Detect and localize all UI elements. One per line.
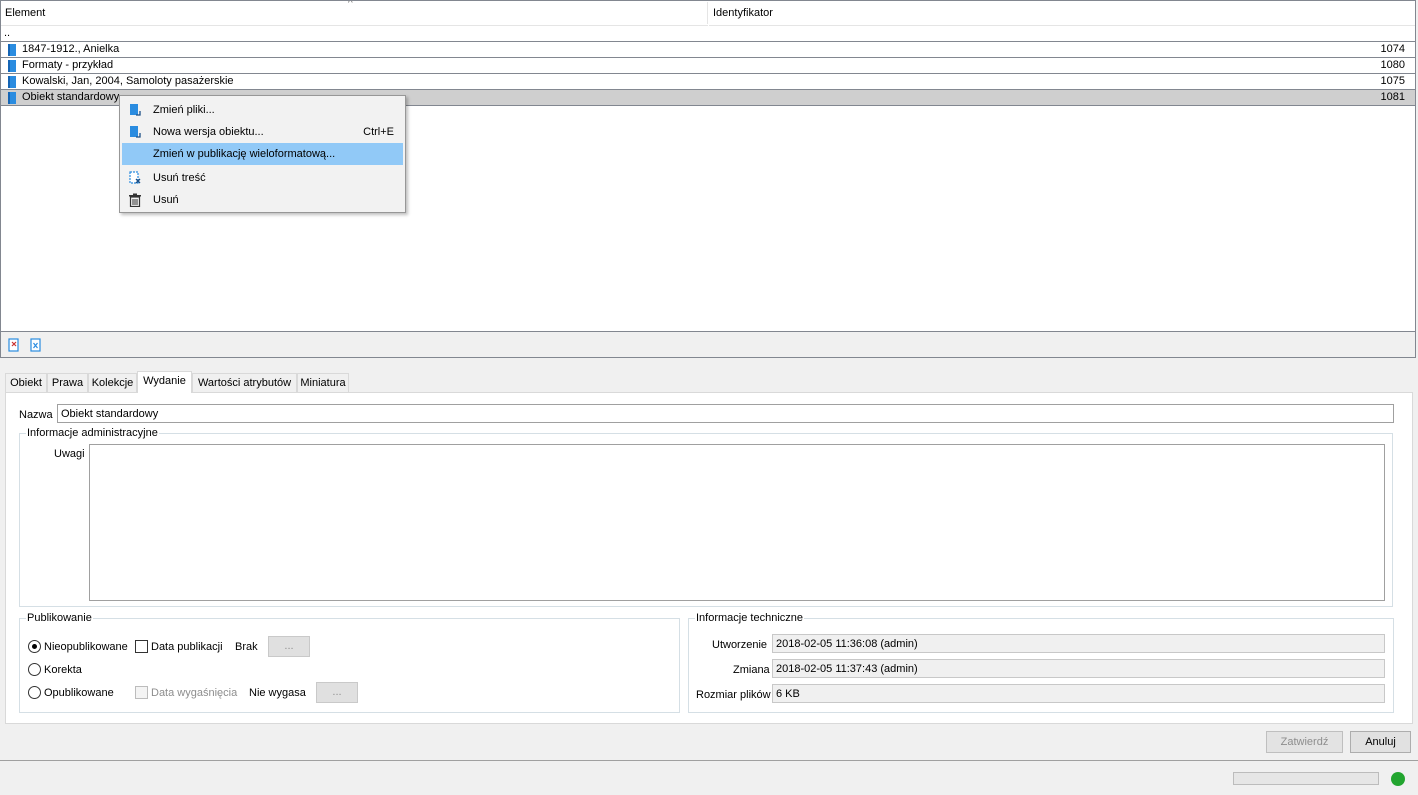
column-header-element[interactable]: Element [1, 1, 708, 26]
menu-item-new-version[interactable]: Nowa wersja obiektu... Ctrl+E [122, 121, 403, 143]
list-toolbar [0, 332, 1416, 358]
trash-icon [129, 193, 141, 207]
technical-info-group: Informacje techniczne Utworzenie Zmiana … [688, 611, 1394, 713]
row-name: 1847-1912., Anielka [22, 43, 120, 55]
table-row[interactable]: 1847-1912., Anielka 1074 [1, 42, 1415, 58]
publishing-group: Publikowanie Nieopublikowane Data publik… [19, 611, 680, 713]
column-header-element-label: Element [5, 7, 46, 19]
tab-thumbnail[interactable]: Miniatura [297, 373, 349, 392]
notes-textarea[interactable] [89, 444, 1385, 601]
modified-label: Zmiana [733, 664, 770, 676]
file-size-label: Rozmiar plików [696, 689, 771, 701]
column-header-identifier[interactable]: Identyfikator [709, 1, 1415, 26]
change-files-icon [130, 104, 141, 116]
admin-info-title: Informacje administracyjne [26, 426, 159, 440]
parent-folder-label: .. [4, 27, 11, 39]
tab-label: Obiekt [10, 377, 42, 389]
radio-unpublished[interactable] [28, 640, 41, 653]
created-label: Utworzenie [712, 639, 768, 651]
notes-label: Uwagi [54, 448, 85, 460]
column-header-identifier-label: Identyfikator [713, 7, 773, 19]
row-id: 1080 [1380, 59, 1405, 71]
publish-date-picker-button[interactable]: ... [268, 636, 310, 657]
table-row[interactable]: Kowalski, Jan, 2004, Samoloty pasażerski… [1, 74, 1415, 90]
publish-date-value: Brak [235, 641, 258, 653]
file-size-field [772, 684, 1385, 703]
menu-item-label: Usuń [153, 194, 179, 206]
name-field[interactable] [57, 404, 1394, 423]
status-bar [0, 760, 1418, 795]
expiry-date-picker-button[interactable]: ... [316, 682, 358, 703]
table-row[interactable]: Formaty - przykład 1080 [1, 58, 1415, 74]
menu-item-shortcut: Ctrl+E [363, 126, 394, 138]
technical-info-title: Informacje techniczne [695, 611, 804, 625]
publishing-title: Publikowanie [26, 611, 93, 625]
menu-item-label: Zmień pliki... [153, 104, 215, 116]
radio-unpublished-label[interactable]: Nieopublikowane [44, 640, 128, 654]
created-field [772, 634, 1385, 653]
expiry-date-value: Nie wygasa [249, 687, 306, 699]
status-ok-icon [1391, 772, 1405, 786]
menu-item-label: Usuń treść [153, 172, 206, 184]
radio-published-label[interactable]: Opublikowane [44, 686, 114, 700]
menu-item-label: Nowa wersja obiektu... [153, 126, 264, 138]
radio-published[interactable] [28, 686, 41, 699]
name-label: Nazwa [19, 409, 53, 421]
row-id: 1075 [1380, 75, 1405, 87]
menu-item-change-files[interactable]: Zmień pliki... [122, 99, 403, 121]
tab-label: Wydanie [143, 375, 186, 387]
sort-ascending-icon: ^ [348, 0, 353, 9]
row-name: Kowalski, Jan, 2004, Samoloty pasażerski… [22, 75, 234, 87]
menu-item-label: Zmień w publikację wieloformatową... [153, 148, 336, 160]
row-name: Obiekt standardowy [22, 91, 120, 103]
menu-item-remove-content[interactable]: Usuń treść [122, 167, 403, 189]
menu-item-delete[interactable]: Usuń [122, 189, 403, 211]
document-icon [8, 92, 16, 104]
tab-label: Prawa [51, 377, 84, 389]
context-menu: Zmień pliki... Nowa wersja obiektu... Ct… [119, 95, 406, 213]
progress-bar [1233, 772, 1379, 785]
radio-proof[interactable] [28, 663, 41, 676]
edition-panel: Nazwa Informacje administracyjne Uwagi P… [5, 392, 1413, 724]
publish-date-label[interactable]: Data publikacji [151, 640, 223, 654]
excel-export-icon[interactable] [30, 338, 42, 352]
modified-field [772, 659, 1385, 678]
tab-label: Miniatura [300, 377, 346, 389]
column-separator[interactable] [707, 2, 708, 24]
tab-attribute-values[interactable]: Wartości atrybutów [192, 373, 297, 392]
new-version-icon [130, 126, 141, 138]
expiry-date-label: Data wygaśnięcia [151, 687, 238, 699]
remove-content-icon [129, 171, 141, 184]
tab-label: Kolekcje [91, 377, 134, 389]
document-icon [8, 76, 16, 88]
radio-proof-label[interactable]: Korekta [44, 663, 82, 677]
admin-info-group: Informacje administracyjne Uwagi [19, 426, 1393, 607]
row-name: Formaty - przykład [22, 59, 114, 71]
confirm-button[interactable]: Zatwierdź [1266, 731, 1343, 753]
document-icon [8, 60, 16, 72]
publish-date-checkbox[interactable] [135, 640, 148, 653]
tab-object[interactable]: Obiekt [5, 373, 47, 392]
row-id: 1074 [1380, 43, 1405, 55]
tab-label: Wartości atrybutów [197, 377, 292, 389]
expiry-date-checkbox[interactable] [135, 686, 148, 699]
parent-folder-row[interactable]: .. [1, 27, 1415, 42]
tab-collections[interactable]: Kolekcje [88, 373, 137, 392]
document-icon [8, 44, 16, 56]
new-object-icon[interactable] [8, 338, 20, 352]
tab-edition[interactable]: Wydanie [137, 371, 192, 393]
cancel-button[interactable]: Anuluj [1350, 731, 1411, 753]
menu-item-convert-multiformat[interactable]: Zmień w publikację wieloformatową... [122, 143, 403, 165]
row-id: 1081 [1380, 91, 1405, 103]
tab-rights[interactable]: Prawa [47, 373, 88, 392]
